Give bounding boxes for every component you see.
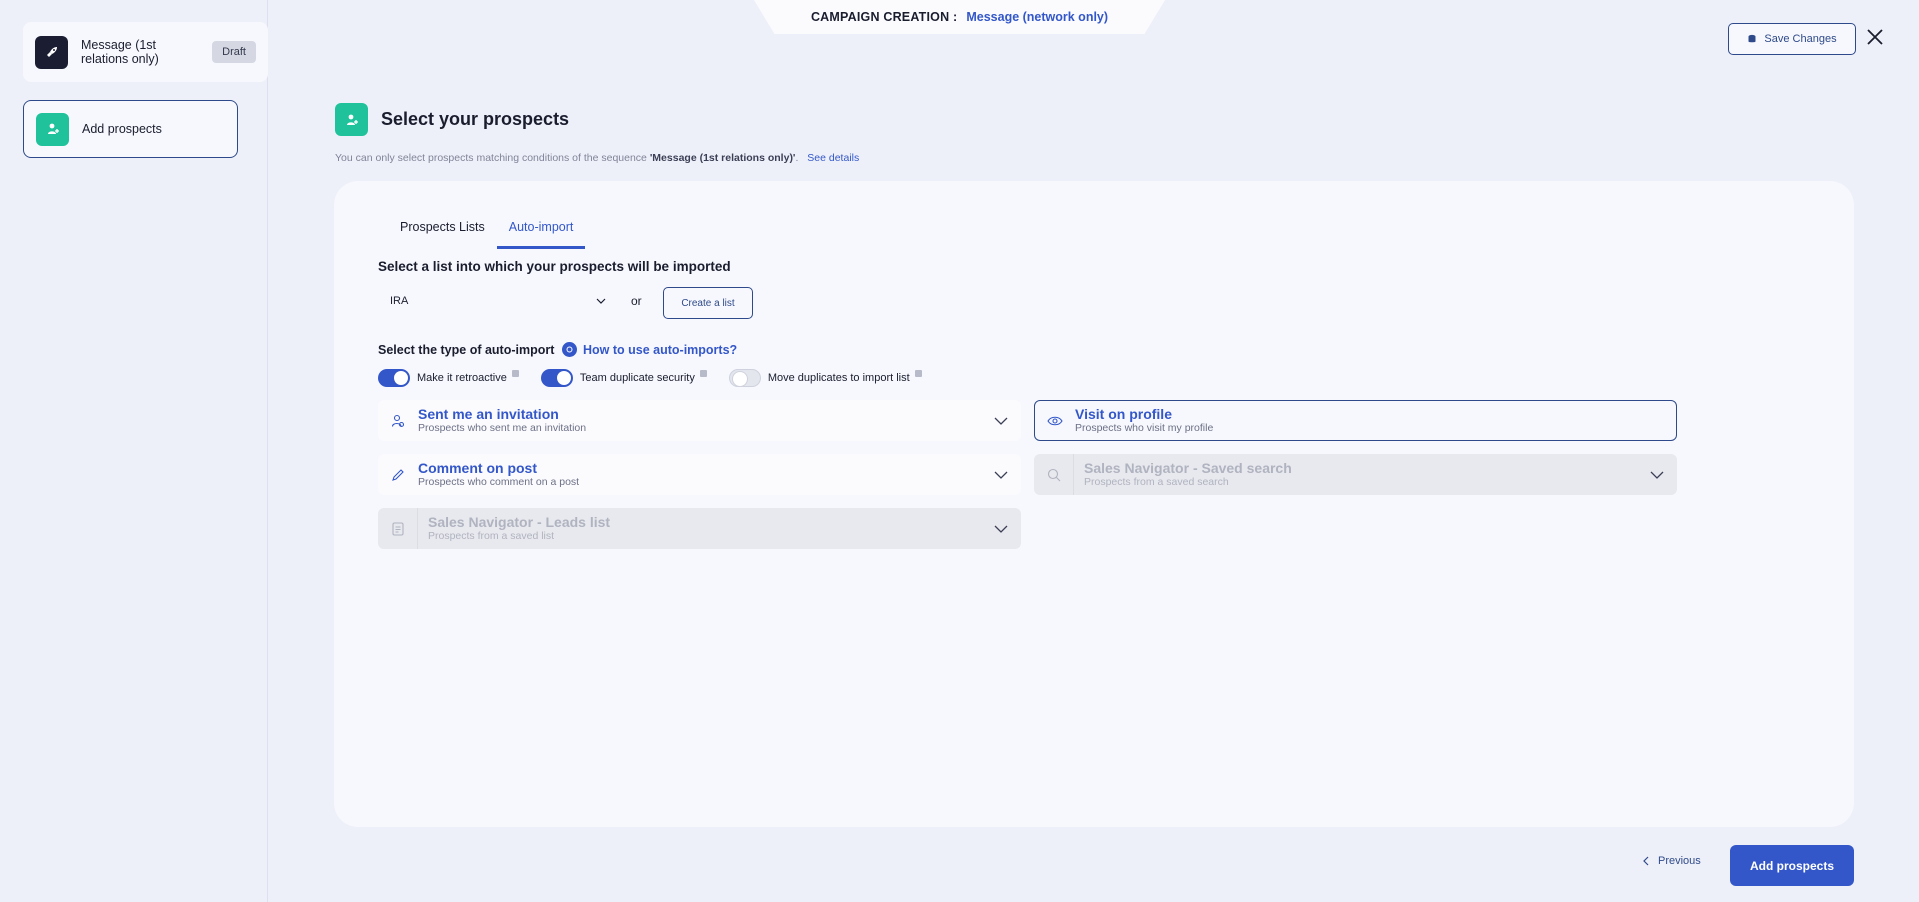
help-icon bbox=[562, 342, 577, 357]
import-type-title: Sent me an invitation bbox=[418, 406, 559, 422]
main-panel: Prospects Lists Auto-import Select a lis… bbox=[334, 181, 1854, 827]
toggle-switch[interactable] bbox=[540, 369, 573, 387]
toggle-switch[interactable] bbox=[378, 369, 410, 387]
page-subtitle: You can only select prospects matching c… bbox=[335, 152, 859, 164]
save-changes-button[interactable]: Save Changes bbox=[1728, 23, 1856, 55]
campaign-value: Message (network only) bbox=[966, 10, 1109, 24]
import-type-title: Comment on post bbox=[418, 460, 537, 476]
tab-prospects-lists[interactable]: Prospects Lists bbox=[388, 218, 497, 249]
import-type-title: Sales Navigator - Saved search bbox=[1084, 460, 1292, 476]
toggle-retroactive[interactable]: Make it retroactive bbox=[378, 369, 519, 387]
toggle-label: Team duplicate security bbox=[579, 372, 695, 384]
eye-icon bbox=[1035, 415, 1075, 427]
chevron-down-icon bbox=[596, 295, 606, 307]
campaign-label: CAMPAIGN CREATION : bbox=[810, 10, 958, 24]
toggle-team-duplicate[interactable]: Team duplicate security bbox=[540, 369, 707, 387]
create-list-button[interactable]: Create a list bbox=[663, 287, 753, 319]
sidebar-item-label: Add prospects bbox=[82, 122, 162, 136]
import-type-leads-list: Sales Navigator - Leads list Prospects f… bbox=[378, 508, 1021, 549]
import-type-desc: Prospects from a saved search bbox=[1084, 476, 1229, 488]
chevron-down-icon bbox=[981, 525, 1021, 533]
sequence-name: Message (1st relations only) bbox=[81, 38, 159, 66]
toggle-label: Move duplicates to import list bbox=[767, 372, 910, 384]
how-to-link[interactable]: How to use auto-imports? bbox=[562, 342, 737, 357]
info-icon[interactable] bbox=[699, 369, 707, 377]
user-plus-icon bbox=[335, 103, 368, 136]
toggle-row: Make it retroactive Team duplicate secur… bbox=[378, 369, 944, 387]
sequence-card[interactable]: Message (1st relations only) Draft bbox=[23, 22, 268, 82]
document-icon bbox=[378, 508, 418, 549]
toggle-switch[interactable] bbox=[728, 369, 761, 387]
database-icon bbox=[1748, 34, 1756, 43]
chevron-left-icon bbox=[1643, 856, 1649, 866]
previous-button[interactable]: Previous bbox=[1643, 855, 1701, 867]
list-select[interactable]: IRA bbox=[378, 287, 618, 315]
chevron-down-icon bbox=[1637, 471, 1677, 479]
pencil-icon bbox=[378, 468, 418, 482]
how-to-label: How to use auto-imports? bbox=[583, 342, 738, 357]
import-type-desc: Prospects from a saved list bbox=[428, 530, 555, 542]
status-badge: Draft bbox=[212, 41, 256, 63]
user-invite-icon bbox=[378, 414, 418, 428]
close-icon bbox=[1867, 29, 1883, 45]
page-heading: Select your prospects bbox=[335, 103, 569, 136]
add-prospects-button[interactable]: Add prospects bbox=[1730, 845, 1854, 886]
toggle-move-duplicates[interactable]: Move duplicates to import list bbox=[728, 369, 922, 387]
previous-label: Previous bbox=[1658, 855, 1701, 867]
subtitle-suffix: . bbox=[795, 152, 799, 164]
user-plus-icon bbox=[36, 112, 69, 146]
info-icon[interactable] bbox=[511, 369, 519, 377]
subtitle-prefix: You can only select prospects matching c… bbox=[335, 152, 650, 164]
import-type-title: Visit on profile bbox=[1075, 406, 1172, 422]
close-button[interactable] bbox=[1866, 28, 1884, 46]
import-type-saved-search: Sales Navigator - Saved search Prospects… bbox=[1034, 454, 1677, 495]
import-type-desc: Prospects who sent me an invitation bbox=[418, 422, 587, 434]
list-select-value: IRA bbox=[390, 295, 409, 307]
import-type-invitation[interactable]: Sent me an invitation Prospects who sent… bbox=[378, 400, 1021, 441]
chevron-down-icon[interactable] bbox=[981, 417, 1021, 425]
search-icon bbox=[1034, 454, 1074, 495]
chevron-down-icon[interactable] bbox=[981, 471, 1021, 479]
sidebar-item-add-prospects[interactable]: Add prospects bbox=[23, 100, 238, 158]
campaign-header: CAMPAIGN CREATION : Message (network onl… bbox=[754, 0, 1165, 34]
tab-bar: Prospects Lists Auto-import bbox=[388, 218, 586, 249]
see-details-link[interactable]: See details bbox=[807, 152, 859, 164]
toggle-label: Make it retroactive bbox=[417, 372, 507, 384]
tab-auto-import[interactable]: Auto-import bbox=[496, 218, 586, 249]
subtitle-sequence: 'Message (1st relations only)' bbox=[649, 152, 796, 164]
import-type-visit-profile[interactable]: Visit on profile Prospects who visit my … bbox=[1034, 400, 1677, 441]
sidebar: Message (1st relations only) Draft Add p… bbox=[0, 0, 268, 902]
import-type-title: Sales Navigator - Leads list bbox=[428, 514, 611, 530]
rocket-icon bbox=[35, 35, 68, 69]
import-type-desc: Prospects who comment on a post bbox=[418, 476, 580, 488]
page-title: Select your prospects bbox=[381, 109, 570, 129]
list-section-title: Select a list into which your prospects … bbox=[378, 259, 731, 274]
info-icon[interactable] bbox=[914, 369, 922, 377]
type-section-title: Select the type of auto-import bbox=[378, 343, 555, 357]
import-type-comment-post[interactable]: Comment on post Prospects who comment on… bbox=[378, 454, 1021, 495]
save-changes-label: Save Changes bbox=[1764, 33, 1837, 45]
import-type-desc: Prospects who visit my profile bbox=[1075, 422, 1214, 434]
or-text: or bbox=[631, 294, 642, 308]
